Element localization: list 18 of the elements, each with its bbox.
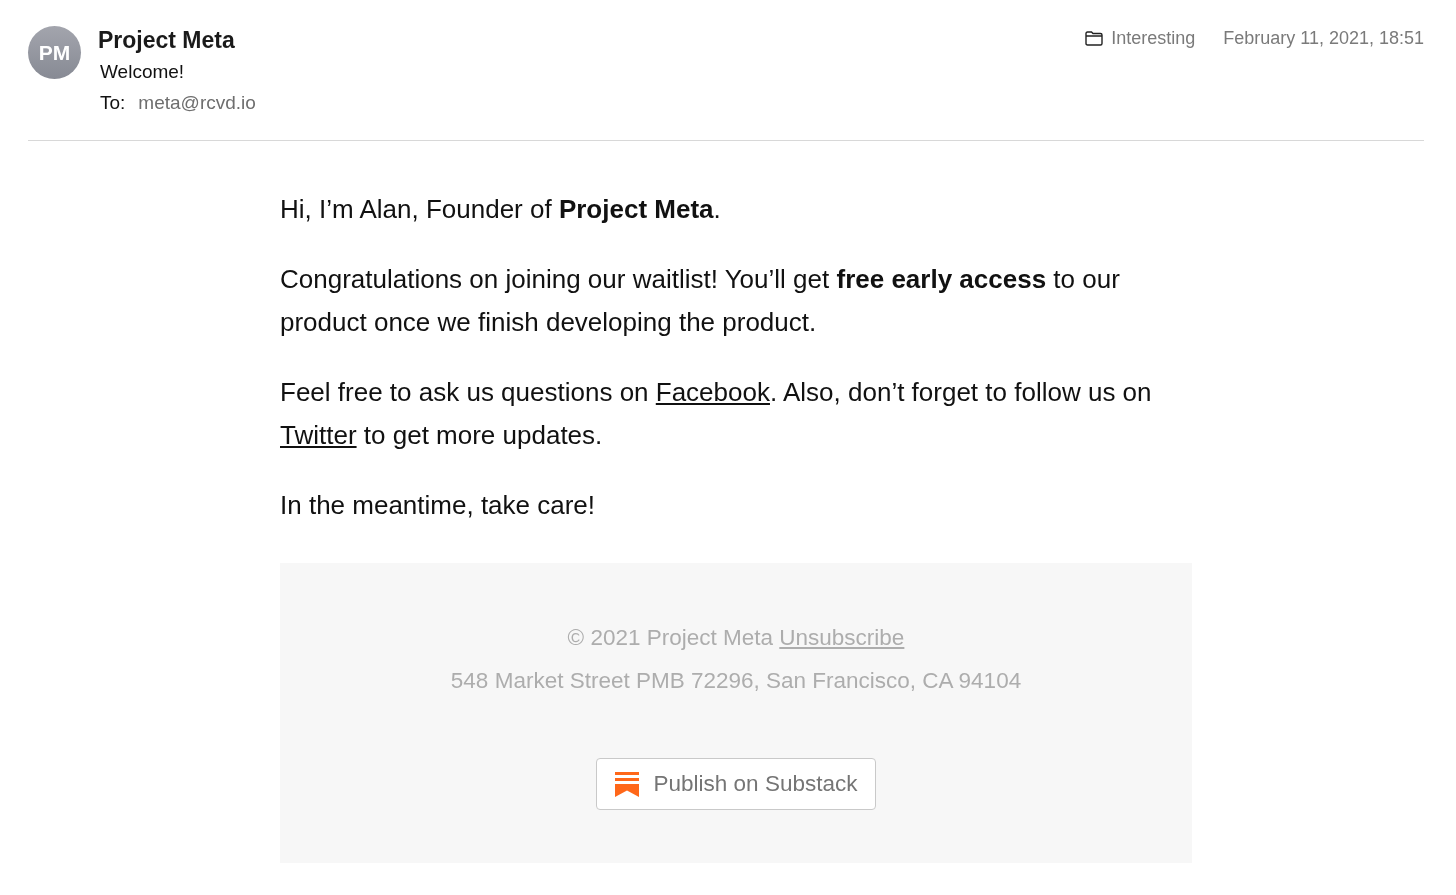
address-line: 548 Market Street PMB 72296, San Francisco, CA 94104 <box>450 667 1022 695</box>
folder-name: Interesting <box>1111 28 1196 49</box>
avatar: PM <box>28 26 81 79</box>
text-link[interactable]: Twitter <box>280 420 357 450</box>
recipient-address: meta@rcvd.io <box>138 92 256 114</box>
message-date: February 11, 2021, 18:51 <box>1223 28 1424 49</box>
logo-icon <box>614 771 639 797</box>
body-paragraph: In the meantime, take care! <box>280 489 597 522</box>
sender-name: Project Meta <box>98 26 236 54</box>
body-paragraph: Congratulations on joining our waitlist! You’ll get free early access to our product once we finish developing the product. <box>280 263 1121 339</box>
subject: Welcome! <box>100 60 186 84</box>
to-label: To: <box>100 92 126 114</box>
body-paragraph: Hi, I’m Alan, Founder of Project Meta. <box>280 193 722 226</box>
text-link[interactable]: Facebook <box>655 377 770 407</box>
publish-button[interactable]: Publish on Substack <box>595 758 877 810</box>
body-paragraph: Feel free to ask us questions on Facebook. Also, don’t forget to follow us on Twitter to get more updates. <box>280 376 1153 452</box>
copyright-line: © 2021 Project Meta Unsubscribe <box>567 624 905 652</box>
folder-icon <box>1085 31 1104 46</box>
